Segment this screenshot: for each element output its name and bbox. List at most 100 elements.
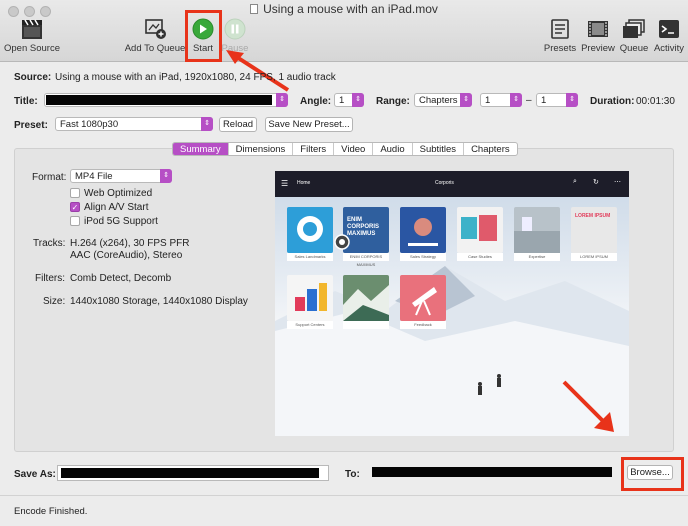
- align-av-label: Align A/V Start: [84, 202, 149, 213]
- angle-label: Angle:: [300, 96, 332, 107]
- tile-caption: Feedback: [400, 321, 446, 329]
- tile-logo-icon: [297, 216, 323, 242]
- tile-landscape: [343, 275, 389, 321]
- tab-bar: Summary Dimensions Filters Video Audio S…: [172, 142, 518, 156]
- device-screens-icon: [461, 215, 497, 241]
- more-icon: ⋯: [614, 179, 621, 186]
- tab-summary[interactable]: Summary: [173, 143, 229, 155]
- chevron-updown-icon: ⇕: [276, 93, 288, 107]
- save-as-label: Save As:: [14, 469, 56, 480]
- tile-support-centers: [287, 275, 333, 321]
- chevron-updown-icon: ⇕: [352, 93, 364, 107]
- arrow-to-browse-annotation: [562, 380, 614, 432]
- filters-value: Comb Detect, Decomb: [70, 273, 172, 284]
- telescope-icon: [412, 287, 437, 316]
- pause-icon: [223, 18, 247, 40]
- landscape-photo-icon: [343, 285, 389, 321]
- duration-value: 00:01:30: [636, 96, 675, 107]
- tile-caption: Sales Landmarks: [287, 253, 333, 261]
- mouse-cursor-icon: [334, 234, 350, 250]
- tracks-label: Tracks:: [33, 238, 66, 249]
- status-text: Encode Finished.: [14, 506, 88, 517]
- film-icon: [586, 18, 610, 40]
- format-label: Format:: [32, 172, 67, 183]
- toolbar: Using a mouse with an iPad.mov Open Sour…: [0, 0, 688, 62]
- redacted-title: [46, 95, 272, 105]
- filters-label: Filters:: [35, 273, 65, 284]
- range-dash: –: [526, 95, 532, 106]
- redacted-destination-path: [372, 467, 612, 477]
- tab-subtitles[interactable]: Subtitles: [413, 143, 465, 155]
- activity-icon: [657, 18, 681, 40]
- range-from-select[interactable]: 1 ⇕: [480, 93, 522, 107]
- browse-highlight-box: [621, 457, 684, 491]
- tab-chapters[interactable]: Chapters: [464, 143, 517, 155]
- tile-expertise: [514, 207, 560, 253]
- ipod-support-checkbox[interactable]: [70, 216, 80, 226]
- home-link: Home: [297, 180, 311, 186]
- tile-caption: Expertise: [514, 253, 560, 261]
- tile-case-studies: [457, 207, 503, 253]
- size-label: Size:: [43, 296, 66, 307]
- web-optimized-checkbox[interactable]: [70, 188, 80, 198]
- search-icon: ⌕: [573, 178, 577, 185]
- tile-caption: LOREM IPSUM: [571, 253, 617, 261]
- tile-sales-strategy: [400, 207, 446, 253]
- align-av-checkbox[interactable]: ✓: [70, 202, 80, 212]
- tile-caption: ENIM CORPORIS MAXIMUS: [343, 253, 389, 267]
- chevron-updown-icon: ⇕: [201, 117, 213, 131]
- chevron-updown-icon: ⇕: [160, 169, 172, 183]
- ipod-support-label: iPod 5G Support: [84, 216, 158, 227]
- tab-filters[interactable]: Filters: [293, 143, 335, 155]
- presets-button[interactable]: Presets: [541, 18, 579, 54]
- redacted-filename: [61, 468, 319, 478]
- add-to-queue-icon: [143, 18, 167, 40]
- tile-lorem-ipsum: LOREM IPSUM: [571, 207, 617, 253]
- window-title: Using a mouse with an iPad.mov: [0, 2, 688, 16]
- size-value: 1440x1080 Storage, 1440x1080 Display: [70, 296, 248, 307]
- activity-button[interactable]: Activity: [652, 18, 686, 54]
- tab-dimensions[interactable]: Dimensions: [229, 143, 294, 155]
- range-to-select[interactable]: 1 ⇕: [536, 93, 578, 107]
- tile-sales-landmarks: [287, 207, 333, 253]
- range-label: Range:: [376, 96, 410, 107]
- preview-button[interactable]: Preview: [580, 18, 616, 54]
- app-header-bar: ☰ Home Corporis ⌕ ↻ ⋯: [275, 171, 629, 197]
- open-source-button[interactable]: Open Source: [4, 18, 60, 54]
- tracks-video: H.264 (x264), 30 FPS PFR: [70, 238, 190, 249]
- queue-button[interactable]: Queue: [618, 18, 650, 54]
- add-to-queue-button[interactable]: Add To Queue: [124, 18, 186, 54]
- bar-chart-icon: [295, 283, 327, 311]
- save-as-input[interactable]: [57, 465, 329, 481]
- menu-icon: ☰: [281, 179, 289, 188]
- format-select[interactable]: MP4 File ⇕: [70, 169, 172, 183]
- to-label: To:: [345, 469, 360, 480]
- duration-label: Duration:: [590, 96, 635, 107]
- tile-caption: [343, 321, 389, 329]
- preset-select[interactable]: Fast 1080p30 ⇕: [55, 117, 213, 131]
- tile-caption: Sales Strategy: [400, 253, 446, 261]
- reload-button[interactable]: Reload: [219, 117, 257, 132]
- start-highlight-box: [185, 10, 222, 62]
- tile-feedback: [400, 275, 446, 321]
- range-select[interactable]: Chapters ⇕: [414, 93, 472, 107]
- chevron-updown-icon: ⇕: [510, 93, 522, 107]
- title-label: Title:: [14, 96, 38, 107]
- angle-select[interactable]: 1 ⇕: [334, 93, 364, 107]
- title-select[interactable]: ⇕: [44, 93, 288, 107]
- save-new-preset-button[interactable]: Save New Preset...: [265, 117, 353, 132]
- queue-icon: [622, 18, 646, 40]
- tracks-audio: AAC (CoreAudio), Stereo: [70, 250, 183, 261]
- chevron-updown-icon: ⇕: [566, 93, 578, 107]
- footer-divider: [0, 495, 688, 496]
- office-photo-icon: [514, 217, 560, 253]
- source-value: Using a mouse with an iPad, 1920x1080, 2…: [55, 72, 336, 83]
- clapperboard-icon: [20, 18, 44, 40]
- presets-icon: [548, 18, 572, 40]
- tab-video[interactable]: Video: [334, 143, 374, 155]
- web-optimized-label: Web Optimized: [84, 188, 153, 199]
- document-icon: [250, 4, 259, 14]
- tile-caption: Case Studies: [457, 253, 503, 261]
- profile-photo-icon: [408, 218, 438, 246]
- tab-audio[interactable]: Audio: [373, 143, 413, 155]
